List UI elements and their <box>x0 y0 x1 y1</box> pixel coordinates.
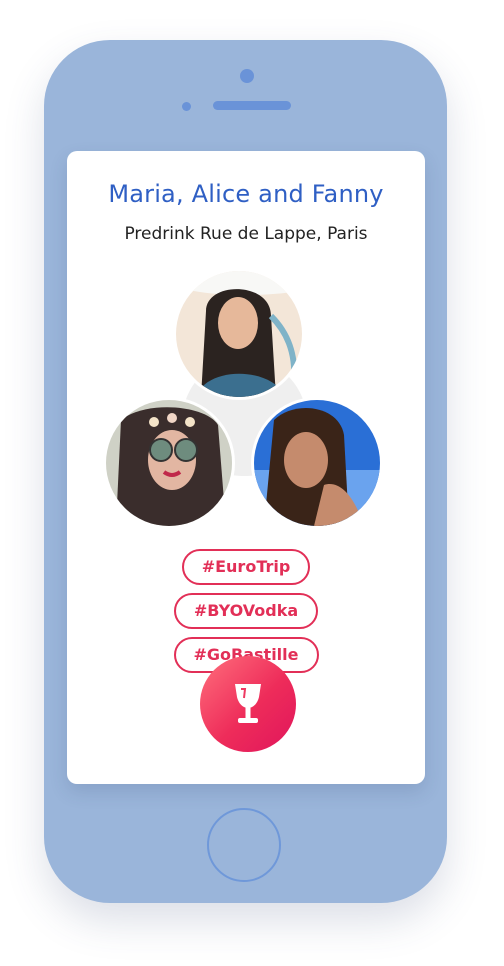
group-names-title: Maria, Alice and Fanny <box>108 180 384 208</box>
phone-frame: Maria, Alice and Fanny Predrink Rue de L… <box>44 40 447 903</box>
avatar-photo <box>254 400 380 526</box>
home-button[interactable] <box>207 808 281 882</box>
hashtag-eurotrip[interactable]: #EuroTrip <box>181 549 311 585</box>
match-card: Maria, Alice and Fanny Predrink Rue de L… <box>67 151 425 784</box>
front-camera <box>240 69 254 83</box>
earpiece-speaker <box>213 101 291 110</box>
avatar-fanny[interactable] <box>254 400 380 526</box>
avatar-photo <box>106 400 232 526</box>
avatar-maria[interactable] <box>176 271 302 397</box>
avatar-alice[interactable] <box>106 400 232 526</box>
proximity-sensor <box>182 102 191 111</box>
predrink-button[interactable] <box>200 656 296 752</box>
event-location-subtitle: Predrink Rue de Lappe, Paris <box>124 224 368 244</box>
hashtag-list: #EuroTrip #BYOVodka #GoBastille <box>67 549 425 673</box>
avatar-photo <box>176 271 302 397</box>
hashtag-byovodka[interactable]: #BYOVodka <box>173 593 319 629</box>
wine-glass-icon <box>235 684 261 723</box>
